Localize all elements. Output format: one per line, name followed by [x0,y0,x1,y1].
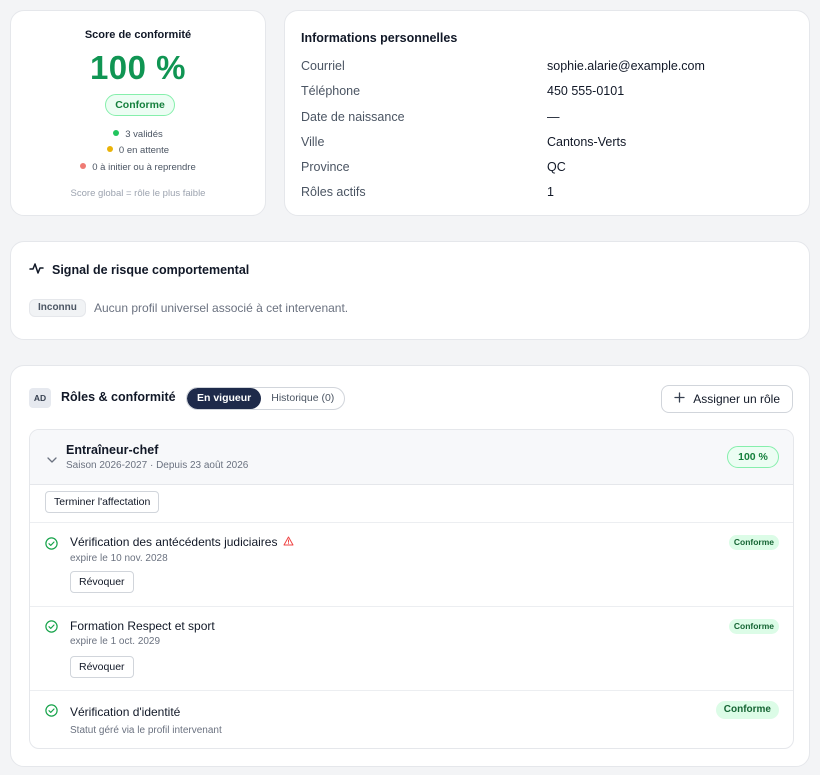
avatar: AD [29,388,51,408]
stat-pending: 0 en attente [11,145,265,156]
status-badge: Conforme [728,619,779,634]
score-title: Score de conformité [84,29,192,41]
green-dot-icon [113,130,120,137]
info-label: Rôles actifs [301,185,366,199]
status-badge: Conforme [105,94,175,116]
risk-title: Signal de risque comportemental [52,263,250,277]
tab-history[interactable]: Historique (0) [261,388,344,409]
divider [30,522,793,523]
role-header[interactable]: Entraîneur-chef Saison 2026-2027 · Depui… [30,430,793,485]
check-circle-icon [45,537,58,555]
stat-label: 3 validés [125,129,163,140]
stat-label: 0 en attente [118,145,170,156]
role-percent-badge: 100 % [727,446,779,468]
info-label: Téléphone [301,84,361,98]
status-badge: Conforme [728,535,779,550]
stat-label: 0 à initier ou à reprendre [92,162,196,173]
info-value: sophie.alarie@example.com [547,59,705,73]
info-row-city: Ville Cantons-Verts [301,135,793,153]
requirement-expiry: expire le 10 nov. 2028 [70,553,168,564]
divider [30,606,793,607]
requirement-title-text: Vérification d'identité [70,705,181,719]
requirement-title-text: Vérification des antécédents judiciaires [70,535,278,549]
red-dot-icon [80,163,87,170]
personal-info-card: Informations personnelles Courriel sophi… [284,10,810,216]
check-circle-icon [45,704,58,722]
revoke-button[interactable]: Révoquer [70,571,134,593]
info-value: 1 [547,185,554,199]
activity-icon [29,262,44,278]
stat-to-initiate: 0 à initier ou à reprendre [11,162,265,173]
info-title: Informations personnelles [301,31,458,45]
info-row-active-roles: Rôles actifs 1 [301,185,793,203]
info-value: 450 555-0101 [547,84,625,98]
requirement-title-text: Formation Respect et sport [70,619,215,633]
yellow-dot-icon [106,146,113,153]
chevron-down-icon[interactable] [47,451,57,469]
info-label: Courriel [301,59,345,73]
assign-role-button[interactable]: Assigner un rôle [661,385,793,413]
roles-title: Rôles & conformité [61,390,176,404]
role-panel: Entraîneur-chef Saison 2026-2027 · Depui… [29,429,794,749]
requirement-title: Vérification d'identité [70,705,180,719]
score-note: Score global = rôle le plus faible [70,188,206,199]
revoke-button[interactable]: Révoquer [70,656,134,678]
role-subtitle: Saison 2026-2027 · Depuis 23 août 2026 [66,460,249,471]
plus-icon [674,392,685,406]
risk-description: Aucun profil universel associé à cet int… [94,301,349,315]
requirement-expiry: expire le 1 oct. 2029 [70,636,161,647]
requirement-note: Statut géré via le profil intervenant [70,725,222,736]
info-value: — [547,110,560,124]
warning-icon [283,535,294,549]
status-badge: Conforme [715,701,779,719]
info-row-province: Province QC [301,160,793,178]
end-assignment-button[interactable]: Terminer l'affectation [45,491,160,513]
stat-validated: 3 validés [11,129,265,140]
role-name: Entraîneur-chef [66,443,159,457]
compliance-score-card: Score de conformité 100 % Conforme 3 val… [10,10,266,216]
requirement-title: Vérification des antécédents judiciaires [70,535,294,549]
info-row-email: Courriel sophie.alarie@example.com [301,59,793,77]
info-row-phone: Téléphone 450 555-0101 [301,84,793,102]
assign-role-label: Assigner un rôle [693,392,780,406]
info-label: Province [301,160,350,174]
score-value: 100 % [89,49,187,86]
divider [30,690,793,691]
roles-tabs: En vigueur Historique (0) [186,387,346,410]
risk-header: Signal de risque comportemental [29,261,249,279]
info-value: Cantons-Verts [547,135,627,149]
roles-compliance-card: AD Rôles & conformité En vigueur Histori… [10,365,810,767]
tab-current[interactable]: En vigueur [187,388,262,409]
info-label: Ville [301,135,325,149]
risk-signal-card: Signal de risque comportemental Inconnu … [10,241,810,340]
info-value: QC [547,160,566,174]
check-circle-icon [45,620,58,638]
info-row-birthdate: Date de naissance — [301,110,793,128]
info-label: Date de naissance [301,110,405,124]
risk-status-tag: Inconnu [29,299,86,317]
requirement-title: Formation Respect et sport [70,619,215,633]
